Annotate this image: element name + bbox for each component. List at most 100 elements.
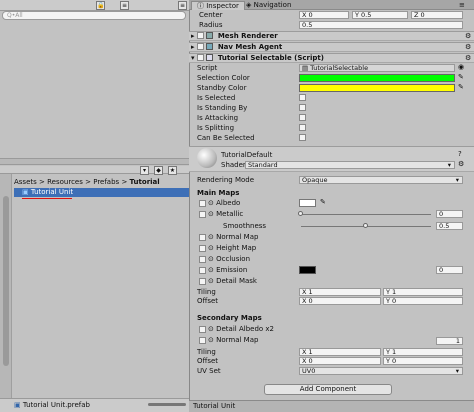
component-enabled-checkbox[interactable] <box>196 43 204 50</box>
secondary-offset-label: Offset <box>197 357 219 365</box>
help-icon[interactable]: ? <box>458 150 462 158</box>
label-icon[interactable]: ◆ <box>154 166 163 175</box>
rendering-mode-dropdown[interactable]: Opaque ▾ <box>299 176 463 184</box>
breadcrumb-prefabs[interactable]: Prefabs <box>93 178 119 186</box>
emission-label: ⊙ Emission <box>208 266 248 274</box>
foldout-arrow-icon[interactable]: ▸ <box>191 32 195 40</box>
secondary-normal-slot[interactable] <box>199 337 206 344</box>
foldout-arrow-icon[interactable]: ▾ <box>191 54 195 62</box>
panel-menu-icon[interactable]: ≡ <box>459 1 465 9</box>
prefab-icon: ▣ <box>14 401 21 409</box>
mesh-renderer-icon <box>206 32 214 39</box>
tab-navigation[interactable]: ◈ Navigation <box>241 1 296 10</box>
albedo-texture-slot[interactable] <box>199 200 206 207</box>
smoothness-slider-knob[interactable] <box>363 223 368 228</box>
can-be-selected-checkbox[interactable] <box>299 134 306 141</box>
breadcrumb-assets[interactable]: Assets <box>14 178 37 186</box>
add-component-button[interactable]: Add Component <box>264 384 392 395</box>
shader-dropdown[interactable]: Standard ▾ <box>245 161 455 169</box>
component-enabled-checkbox[interactable] <box>196 32 204 39</box>
foldout-arrow-icon[interactable]: ▸ <box>191 43 195 51</box>
metallic-value[interactable]: 0 <box>436 210 463 218</box>
albedo-color-swatch[interactable] <box>299 199 316 207</box>
eyedropper-icon[interactable]: ✎ <box>458 73 464 81</box>
script-icon: ▤ <box>302 64 309 72</box>
asset-name: Tutorial Unit <box>30 188 74 196</box>
secondary-tiling-x[interactable]: X 1 <box>299 348 381 356</box>
detail-albedo-slot[interactable] <box>199 326 206 333</box>
menu-icon[interactable]: ≡ <box>120 1 129 10</box>
offset-y[interactable]: Y 0 <box>383 297 463 305</box>
nav-mesh-agent-header[interactable]: ▸ Nav Mesh Agent ⚙ <box>189 42 474 52</box>
secondary-offset-y[interactable]: Y 0 <box>383 357 463 365</box>
radius-label: Radius <box>199 21 223 29</box>
gear-icon[interactable]: ⚙ <box>465 33 472 40</box>
breadcrumb-resources[interactable]: Resources <box>47 178 83 186</box>
secondary-normal-label: ⊙ Normal Map <box>208 336 259 344</box>
radio-icon: ⊙ <box>208 255 214 263</box>
star-icon[interactable]: ★ <box>168 166 177 175</box>
script-icon <box>206 54 214 61</box>
metallic-slider-track[interactable] <box>301 214 431 215</box>
is-standing-by-checkbox[interactable] <box>299 104 306 111</box>
radio-icon: ⊙ <box>208 336 214 344</box>
smoothness-value[interactable]: 0.5 <box>436 222 463 230</box>
tiling-x[interactable]: X 1 <box>299 288 381 296</box>
emission-color-swatch[interactable] <box>299 266 316 274</box>
emission-value[interactable]: 0 <box>436 266 463 274</box>
radius-field[interactable]: 0.5 <box>299 21 463 29</box>
tab-inspector[interactable]: ⓘ Inspector <box>191 1 245 10</box>
navigation-icon: ◈ <box>246 1 252 9</box>
tutorial-selectable-header[interactable]: ▾ Tutorial Selectable (Script) ⚙ <box>189 53 474 63</box>
panel-splitter[interactable] <box>0 158 189 165</box>
component-enabled-checkbox[interactable] <box>196 54 204 61</box>
secondary-normal-value[interactable]: 1 <box>436 337 463 345</box>
options-icon[interactable]: ≡ <box>178 1 187 10</box>
normal-map-label: ⊙ Normal Map <box>208 233 259 241</box>
offset-x[interactable]: X 0 <box>299 297 381 305</box>
project-toolbar: ▾ ◆ ★ <box>0 166 189 175</box>
is-selected-checkbox[interactable] <box>299 94 306 101</box>
gear-icon[interactable]: ⚙ <box>465 55 472 62</box>
scrollbar-thumb[interactable] <box>3 196 9 366</box>
is-splitting-checkbox[interactable] <box>299 124 306 131</box>
standby-color-swatch[interactable] <box>299 84 455 92</box>
metallic-label: ⊙ Metallic <box>208 210 244 218</box>
nav-agent-icon <box>206 43 214 50</box>
main-maps-title: Main Maps <box>197 189 240 197</box>
center-y[interactable]: Y 0.5 <box>352 11 408 19</box>
secondary-offset-x[interactable]: X 0 <box>299 357 381 365</box>
breadcrumb-tutorial[interactable]: Tutorial <box>130 178 160 186</box>
icon-size-slider[interactable] <box>148 403 186 406</box>
metallic-slider-knob[interactable] <box>298 211 303 216</box>
center-z[interactable]: Z 0 <box>411 11 463 19</box>
gear-icon[interactable]: ⚙ <box>465 44 472 51</box>
eyedropper-icon[interactable]: ✎ <box>458 83 464 91</box>
metallic-texture-slot[interactable] <box>199 211 206 218</box>
script-field[interactable]: ▤ TutorialSelectable <box>299 64 455 72</box>
selection-color-swatch[interactable] <box>299 74 455 82</box>
normal-map-slot[interactable] <box>199 234 206 241</box>
emission-slot[interactable] <box>199 267 206 274</box>
radio-icon: ⊙ <box>208 199 214 207</box>
filter-icon[interactable]: ▾ <box>140 166 149 175</box>
gear-icon[interactable]: ⚙ <box>458 160 464 168</box>
detail-mask-slot[interactable] <box>199 278 206 285</box>
secondary-tiling-y[interactable]: Y 1 <box>383 348 463 356</box>
eyedropper-icon[interactable]: ✎ <box>320 198 326 206</box>
radio-icon: ⊙ <box>208 233 214 241</box>
occlusion-slot[interactable] <box>199 256 206 263</box>
lock-icon[interactable]: 🔒 <box>96 1 105 10</box>
search-input[interactable]: Q•All <box>2 11 186 20</box>
height-map-slot[interactable] <box>199 245 206 252</box>
is-splitting-label: Is Splitting <box>197 124 235 132</box>
object-picker-icon[interactable]: ◉ <box>458 63 464 71</box>
mesh-renderer-header[interactable]: ▸ Mesh Renderer ⚙ <box>189 31 474 41</box>
component-title: Mesh Renderer <box>217 32 278 40</box>
selected-asset-row[interactable]: ▣ Tutorial Unit <box>14 188 189 197</box>
center-x[interactable]: X 0 <box>299 11 349 19</box>
selection-color-label: Selection Color <box>197 74 250 82</box>
tiling-y[interactable]: Y 1 <box>383 288 463 296</box>
uv-set-dropdown[interactable]: UV0 ▾ <box>299 367 463 375</box>
is-attacking-checkbox[interactable] <box>299 114 306 121</box>
